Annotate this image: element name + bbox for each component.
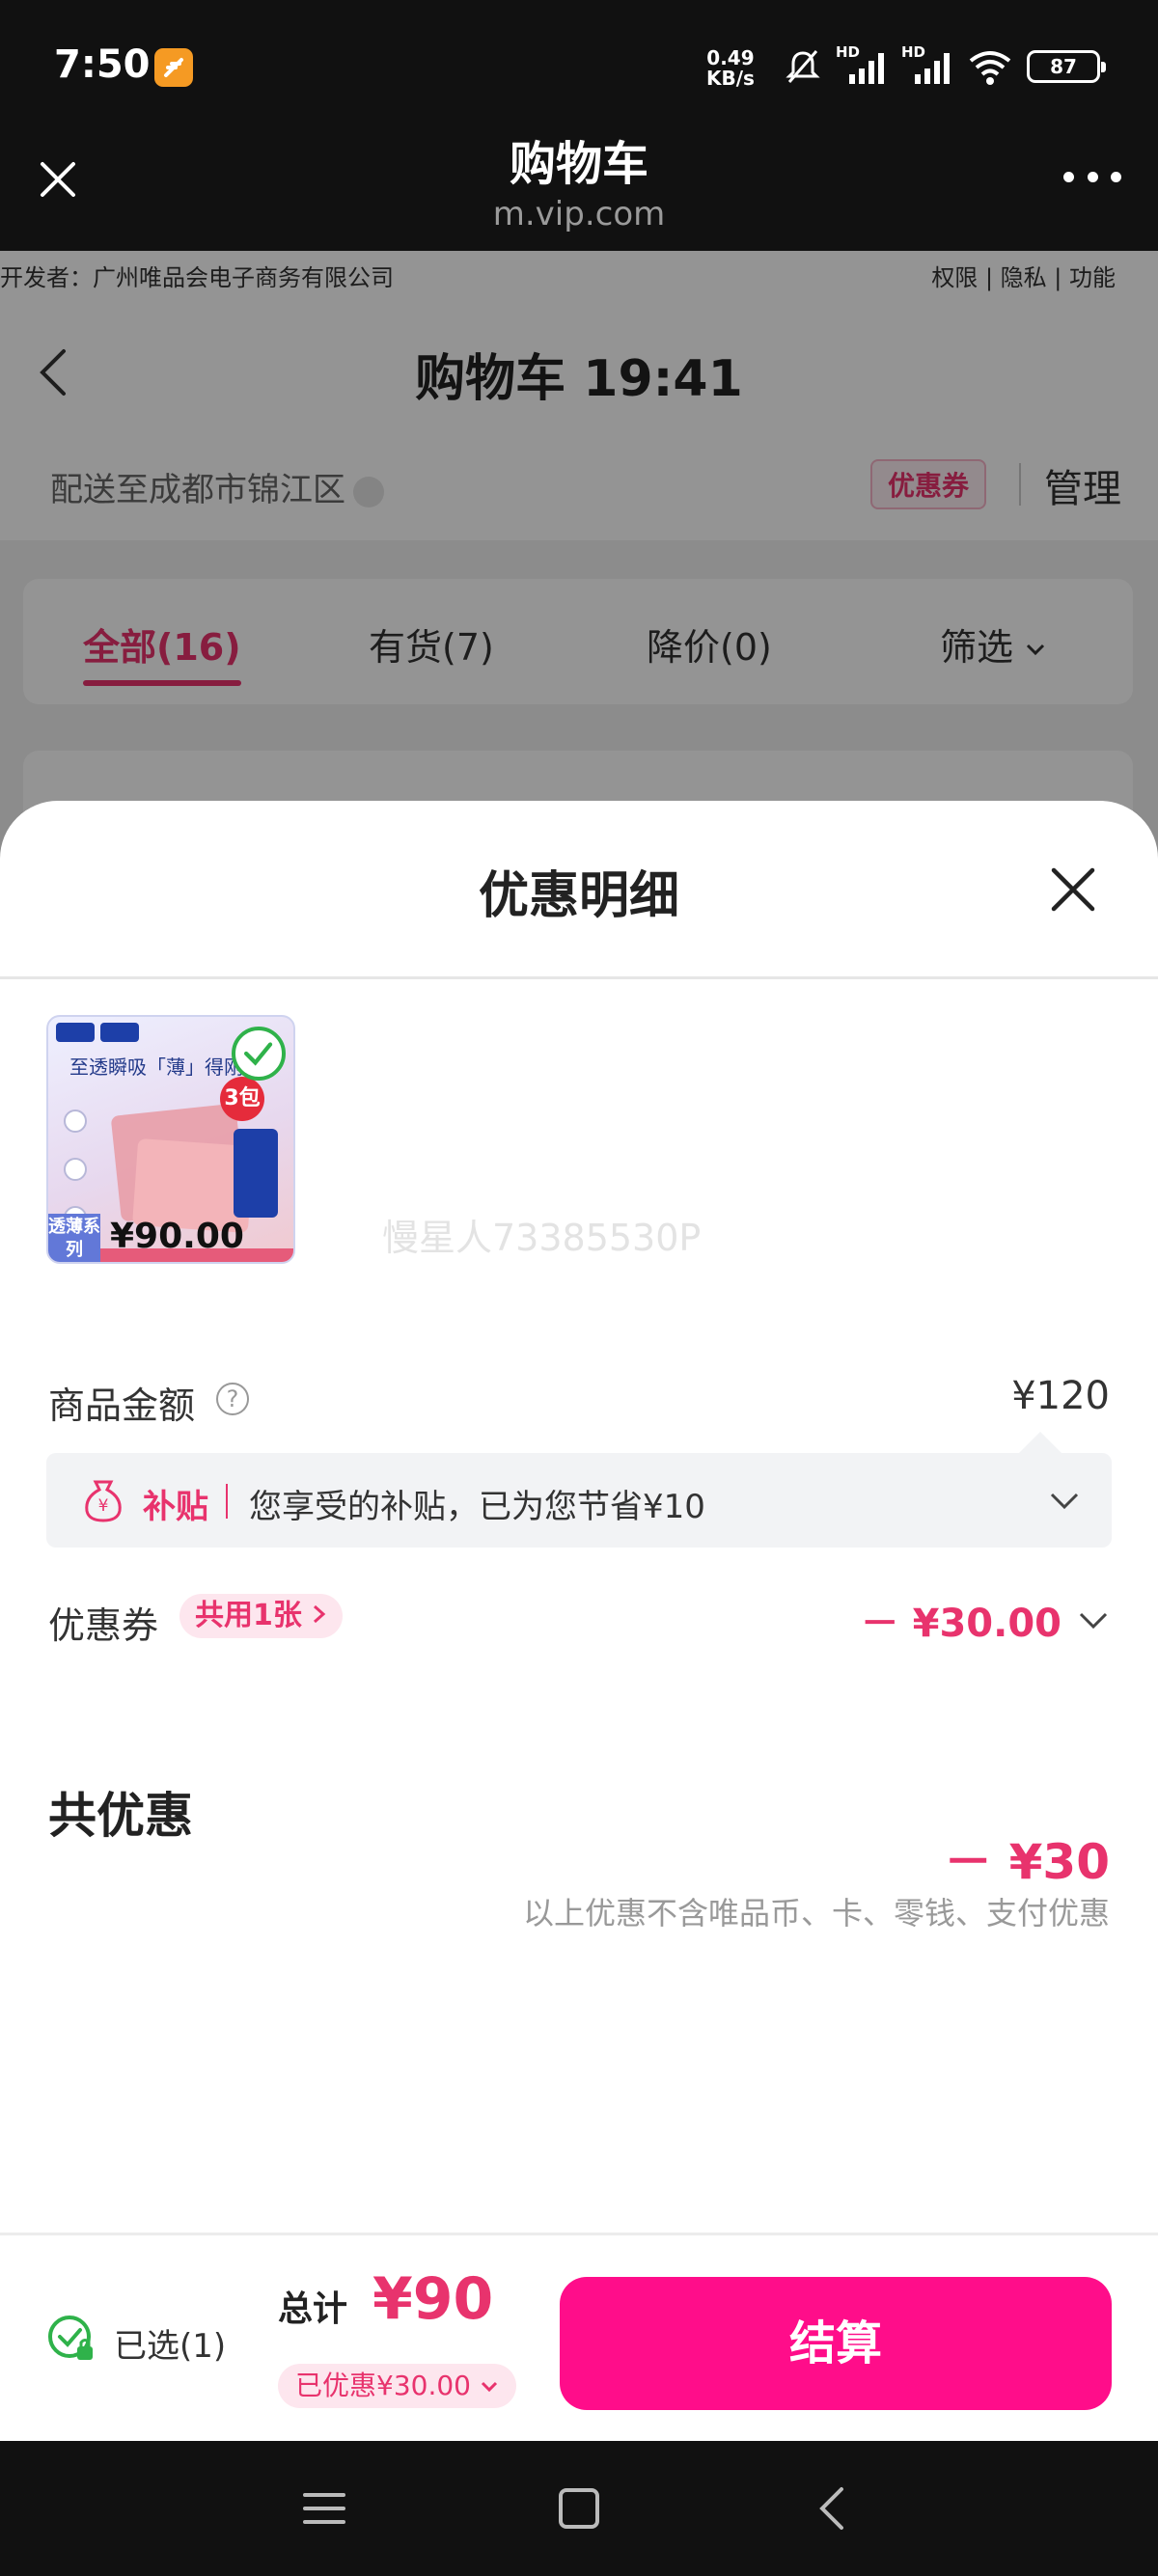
home-icon[interactable]: [554, 2483, 604, 2534]
coupon-value[interactable]: － ¥30.00: [861, 1592, 1062, 1648]
help-icon[interactable]: ?: [216, 1383, 249, 1415]
battery-icon: 87: [1027, 50, 1106, 83]
amount-label: 商品金额: [48, 1384, 196, 1427]
divider: [0, 2233, 1158, 2235]
browser-url: m.vip.com: [492, 195, 666, 233]
select-all-check-icon[interactable]: [46, 2314, 96, 2364]
total-discount-value: － ¥30: [944, 1834, 1110, 1890]
watermark: 慢星人73385530P: [382, 1217, 702, 1259]
subsidy-tag: 补贴: [143, 1488, 208, 1526]
browser-title: 购物车: [509, 137, 648, 191]
series-label: 透薄系列: [48, 1214, 100, 1262]
chevron-down-icon[interactable]: [1077, 1603, 1110, 1636]
wifi-icon: [969, 51, 1011, 85]
svg-text:¥: ¥: [98, 1496, 109, 1516]
browser-title-bar: 购物车 m.vip.com: [0, 135, 1158, 251]
product-thumbnail[interactable]: 至透瞬吸「薄」得刚 3包 透薄系列 ¥90.00: [46, 1015, 295, 1264]
mute-icon: [786, 50, 820, 83]
checkout-button[interactable]: 结算: [560, 2277, 1112, 2410]
size-chart: [234, 1129, 278, 1218]
signal-icon: HD: [901, 43, 953, 86]
network-type-label: HD: [901, 43, 926, 61]
net-speed-value: 0.49: [706, 46, 755, 69]
status-time: 7:50: [54, 42, 151, 87]
net-speed: 0.49 KB/s: [706, 48, 755, 89]
total-discount-label: 共优惠: [48, 1788, 193, 1844]
divider: [226, 1484, 228, 1519]
pack-count-badge: 3包: [220, 1077, 264, 1121]
feather-app-icon: [154, 48, 193, 87]
total-label: 总计: [278, 2289, 348, 2329]
network-type-label: HD: [836, 43, 861, 61]
discount-detail-sheet: 优惠明细 至透瞬吸「薄」得刚 3包 透薄系列 ¥90.00 慢星人7338553…: [0, 801, 1158, 2441]
menu-icon[interactable]: [299, 2483, 349, 2534]
saved-amount-text: 已优惠¥30.00: [295, 2370, 471, 2401]
money-bag-icon: ¥: [85, 1480, 122, 1522]
signal-icon: HD: [836, 43, 888, 86]
close-icon[interactable]: [1048, 864, 1098, 915]
divider: [0, 976, 1158, 979]
chevron-down-icon: [1050, 1493, 1079, 1510]
amount-value: ¥120: [1011, 1374, 1110, 1418]
status-bar: 7:50 0.49 KB/s HD HD 87: [0, 0, 1158, 135]
status-icons: HD HD 87: [784, 42, 1106, 91]
product-price: ¥90.00: [110, 1217, 244, 1256]
sheet-title: 优惠明细: [478, 867, 679, 925]
selected-count: 已选(1): [114, 2327, 227, 2366]
total-price: ¥90: [372, 2265, 494, 2333]
saved-amount-badge[interactable]: 已优惠¥30.00: [278, 2364, 516, 2408]
net-speed-unit: KB/s: [706, 67, 755, 90]
subsidy-text: 您享受的补贴，已为您节省¥10: [249, 1488, 705, 1526]
coupon-count-text: 共用1张: [195, 1599, 302, 1632]
back-icon[interactable]: [809, 2483, 859, 2534]
coupon-count-badge[interactable]: 共用1张: [179, 1594, 344, 1638]
coupon-label: 优惠券: [48, 1604, 159, 1647]
feature-icons: [64, 1110, 87, 1229]
chevron-down-icon: [481, 2381, 497, 2393]
subsidy-bar[interactable]: ¥ 补贴 您享受的补贴，已为您节省¥10: [46, 1432, 1112, 1548]
product-slogan: 至透瞬吸「薄」得刚: [69, 1055, 243, 1079]
selected-check-icon[interactable]: [232, 1027, 286, 1081]
total-discount-note: 以上优惠不含唯品币、卡、零钱、支付优惠: [522, 1895, 1110, 1932]
system-nav-bar: [0, 2441, 1158, 2576]
more-options-icon[interactable]: [1063, 162, 1121, 191]
chevron-right-icon: [314, 1604, 326, 1624]
